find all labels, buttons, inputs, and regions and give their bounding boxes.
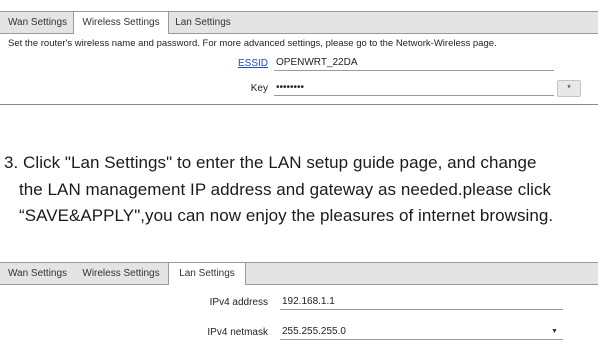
ipv4-netmask-select[interactable]: 255.255.255.0 (280, 324, 563, 340)
tab-wan-settings[interactable]: Wan Settings (2, 12, 73, 33)
wireless-hint-text: Set the router's wireless name and passw… (8, 38, 497, 49)
tab-bar: Wan Settings Wireless Settings Lan Setti… (0, 262, 598, 285)
ipv4-netmask-label: IPv4 netmask (207, 327, 268, 338)
instruction-line-2: the LAN management IP address and gatewa… (19, 180, 552, 199)
tab-bar: Wan Settings Wireless Settings Lan Setti… (0, 11, 598, 34)
instruction-line-3: “SAVE&APPLY",you can now enjoy the pleas… (19, 206, 554, 225)
essid-label-link[interactable]: ESSID (220, 58, 268, 69)
tab-lan-settings[interactable]: Lan Settings (168, 263, 246, 285)
tab-wireless-settings[interactable]: Wireless Settings (74, 263, 168, 284)
essid-field[interactable]: OPENWRT_22DA (274, 55, 554, 71)
wireless-settings-panel: Wan Settings Wireless Settings Lan Setti… (0, 11, 598, 105)
tab-lan-settings[interactable]: Lan Settings (168, 12, 238, 33)
chevron-down-icon: ▼ (551, 328, 558, 335)
reveal-password-button[interactable]: * (557, 80, 581, 97)
instruction-line-1: 3. Click "Lan Settings" to enter the LAN… (4, 153, 537, 172)
lan-settings-panel: Wan Settings Wireless Settings Lan Setti… (0, 262, 598, 350)
ipv4-address-label: IPv4 address (209, 297, 268, 308)
tab-wan-settings[interactable]: Wan Settings (2, 263, 73, 284)
key-field[interactable]: •••••••• (274, 80, 554, 96)
tab-wireless-settings[interactable]: Wireless Settings (73, 12, 169, 34)
key-label: Key (250, 83, 268, 94)
ipv4-address-field[interactable]: 192.168.1.1 (280, 294, 563, 310)
